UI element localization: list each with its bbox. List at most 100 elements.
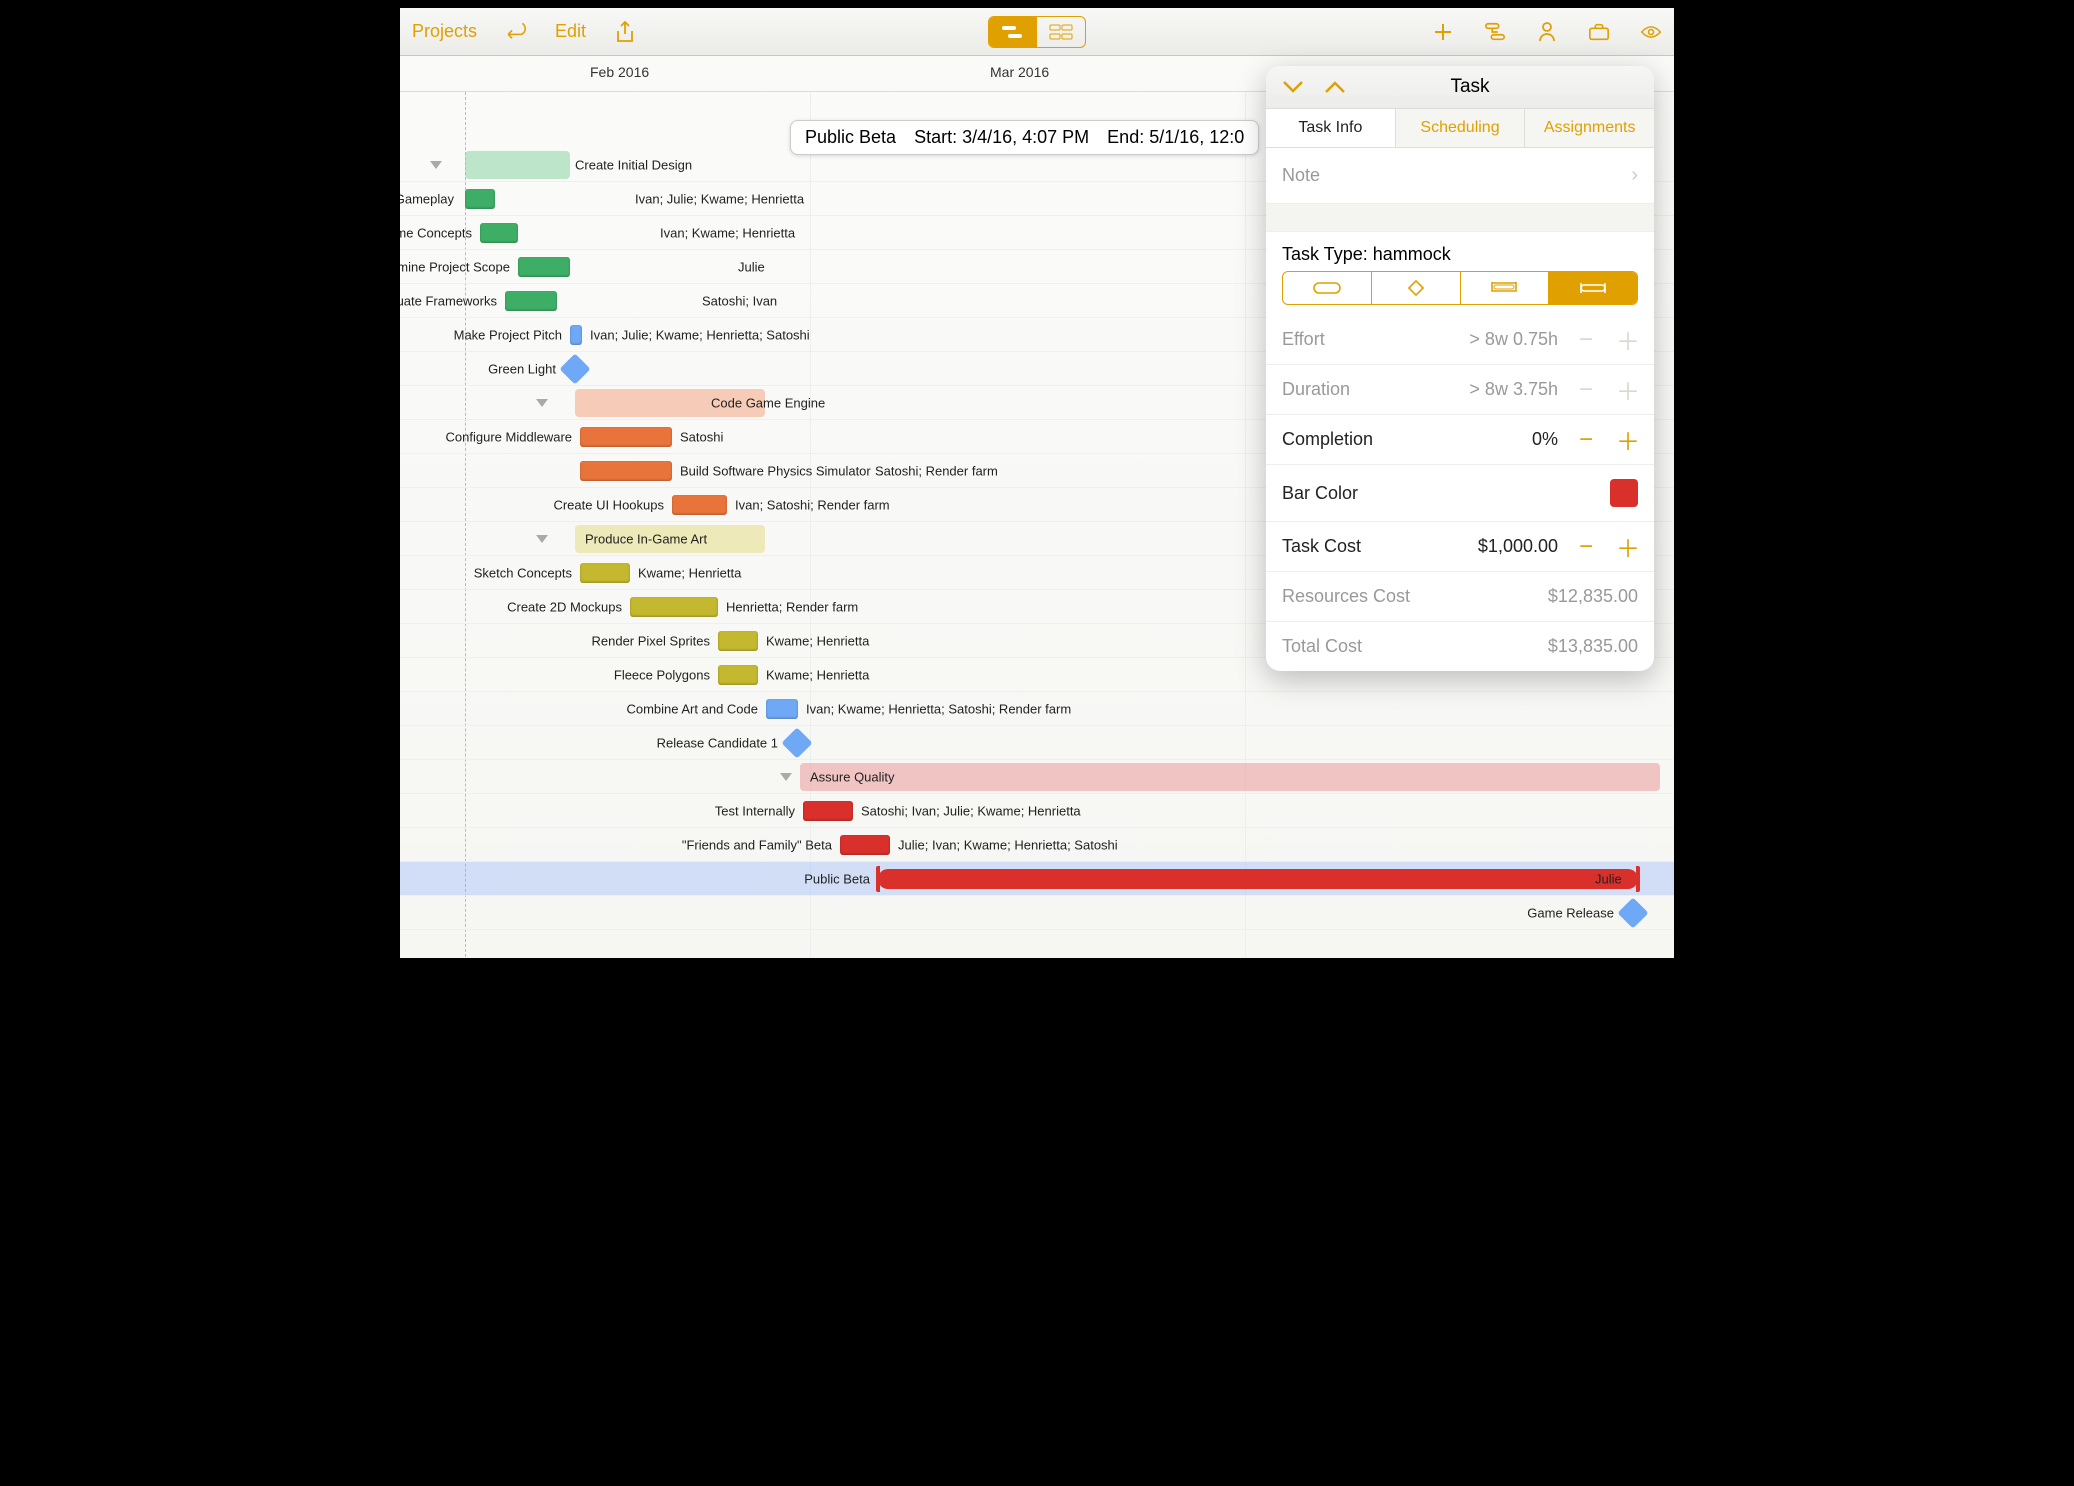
undo-icon	[505, 21, 527, 43]
resources-cost-value: $12,835.00	[1548, 586, 1638, 607]
task-bar[interactable]	[803, 801, 853, 821]
task-bar[interactable]	[580, 427, 672, 447]
duration-plus[interactable]: ＋	[1618, 380, 1638, 400]
type-hammock-button[interactable]	[1549, 272, 1637, 304]
task-resources: Ivan; Satoshi; Render farm	[735, 497, 890, 512]
task-label: Make Project Pitch	[454, 327, 562, 342]
task-label: Code Game Engine	[711, 395, 825, 410]
milestone-diamond[interactable]	[559, 353, 590, 384]
task-label: Fleece Polygons	[614, 667, 710, 682]
task-cost-plus[interactable]: ＋	[1618, 537, 1638, 557]
task-cost-minus[interactable]: −	[1576, 537, 1596, 557]
task-bar[interactable]	[580, 563, 630, 583]
total-cost-value: $13,835.00	[1548, 636, 1638, 657]
task-label: Create 2D Mockups	[507, 599, 622, 614]
gantt-row[interactable]: Public BetaJulie	[400, 862, 1674, 896]
disclosure-triangle-icon[interactable]	[536, 399, 548, 407]
task-bar[interactable]	[580, 461, 672, 481]
task-bar[interactable]	[718, 631, 758, 651]
completion-value: 0%	[1532, 429, 1558, 450]
chevron-right-icon: ›	[1631, 164, 1638, 187]
effort-minus[interactable]: −	[1576, 330, 1596, 350]
gantt-row[interactable]: Release Candidate 1	[400, 726, 1674, 760]
bar-color-row[interactable]: Bar Color	[1266, 465, 1654, 522]
note-row[interactable]: Note ›	[1266, 148, 1654, 204]
task-label: Green Light	[488, 361, 556, 376]
view-mode-segment	[988, 16, 1086, 48]
task-resources: Satoshi; Ivan; Julie; Kwame; Henrietta	[861, 803, 1081, 818]
duration-minus[interactable]: −	[1576, 380, 1596, 400]
task-cost-row: Task Cost $1,000.00 −＋	[1266, 522, 1654, 572]
milestone-diamond[interactable]	[1617, 897, 1648, 928]
type-milestone-button[interactable]	[1372, 272, 1461, 304]
prev-task-button[interactable]	[1282, 80, 1304, 94]
task-resources: Ivan; Julie; Kwame; Henrietta	[635, 191, 804, 206]
milestone-diamond[interactable]	[781, 727, 812, 758]
edit-button[interactable]: Edit	[555, 21, 586, 42]
group-bar[interactable]	[465, 151, 570, 179]
tab-assignments[interactable]: Assignments	[1525, 109, 1654, 147]
task-bar[interactable]	[672, 495, 727, 515]
task-label: Combine Art and Code	[626, 701, 758, 716]
task-inspector-button[interactable]	[1484, 21, 1506, 43]
app-window: Projects Edit	[392, 0, 1682, 966]
gantt-row[interactable]: "Friends and Family" BetaJulie; Ivan; Kw…	[400, 828, 1674, 862]
share-icon	[614, 21, 636, 43]
inspector-title: Task	[1366, 76, 1574, 98]
task-bar[interactable]	[465, 189, 495, 209]
gantt-row[interactable]: Combine Art and CodeIvan; Kwame; Henriet…	[400, 692, 1674, 726]
completion-row: Completion 0% −＋	[1266, 415, 1654, 465]
task-cost-label: Task Cost	[1282, 536, 1478, 557]
projects-label: Projects	[412, 21, 477, 42]
tab-task-info[interactable]: Task Info	[1266, 109, 1396, 147]
view-options-button[interactable]	[1640, 21, 1662, 43]
resources-button[interactable]	[1536, 21, 1558, 43]
type-task-button[interactable]	[1283, 272, 1372, 304]
task-bar[interactable]	[570, 325, 582, 345]
outline-view-button[interactable]	[1037, 17, 1085, 47]
effort-plus[interactable]: ＋	[1618, 330, 1638, 350]
task-bar[interactable]	[505, 291, 557, 311]
task-label: Evaluate Frameworks	[400, 293, 497, 308]
disclosure-triangle-icon[interactable]	[430, 161, 442, 169]
tab-scheduling[interactable]: Scheduling	[1396, 109, 1526, 147]
task-bar[interactable]	[718, 665, 758, 685]
task-resources: Kwame; Henrietta	[638, 565, 741, 580]
type-group-button[interactable]	[1461, 272, 1550, 304]
bar-color-swatch[interactable]	[1610, 479, 1638, 507]
popup-end: End: 5/1/16, 12:0	[1107, 127, 1244, 148]
task-bar[interactable]	[766, 699, 798, 719]
disclosure-triangle-icon[interactable]	[536, 535, 548, 543]
gantt-view-button[interactable]	[989, 17, 1037, 47]
next-task-button[interactable]	[1324, 80, 1346, 94]
task-bar[interactable]	[518, 257, 570, 277]
completion-minus[interactable]: −	[1576, 430, 1596, 450]
task-bar[interactable]	[878, 869, 1638, 889]
task-label: Game Release	[1527, 905, 1614, 920]
task-resources: Ivan; Kwame; Henrietta	[660, 225, 795, 240]
popup-task-name: Public Beta	[805, 127, 896, 148]
resources-cost-label: Resources Cost	[1282, 586, 1548, 607]
gantt-row[interactable]: Game Release	[400, 896, 1674, 930]
projects-button[interactable]: Projects	[412, 21, 477, 42]
task-bar[interactable]	[480, 223, 518, 243]
task-label: Release Candidate 1	[657, 735, 778, 750]
briefcase-button[interactable]	[1588, 21, 1610, 43]
gantt-row[interactable]: Assure Quality	[400, 760, 1674, 794]
task-label: Test Internally	[715, 803, 795, 818]
gantt-row[interactable]: Test Internally Satoshi; Ivan; Julie; Kwa…	[400, 794, 1674, 828]
group-bar[interactable]	[800, 763, 1660, 791]
duration-label: Duration	[1282, 379, 1469, 400]
disclosure-triangle-icon[interactable]	[780, 773, 792, 781]
completion-plus[interactable]: ＋	[1618, 430, 1638, 450]
edit-label: Edit	[555, 21, 586, 42]
task-inspector: Task Task Info Scheduling Assignments No…	[1266, 66, 1654, 671]
task-resources: Julie; Ivan; Kwame; Henrietta; Satoshi	[898, 837, 1118, 852]
add-task-button[interactable]	[1432, 21, 1454, 43]
task-resources: Julie	[738, 259, 765, 274]
task-bar[interactable]	[630, 597, 718, 617]
undo-button[interactable]	[505, 21, 527, 43]
share-button[interactable]	[614, 21, 636, 43]
month-label-feb: Feb 2016	[590, 64, 649, 80]
task-bar[interactable]	[840, 835, 890, 855]
